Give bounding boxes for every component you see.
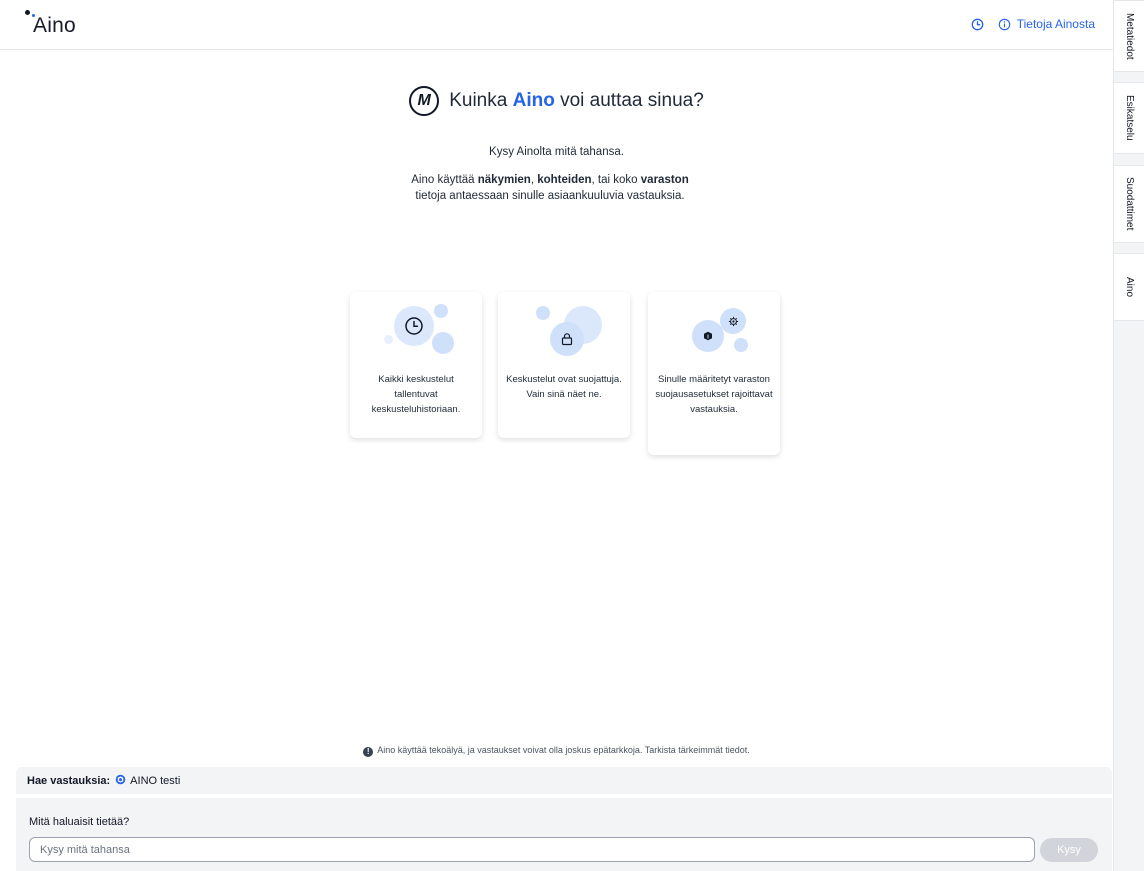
- info-icon: [998, 18, 1010, 30]
- card-illustration: [504, 292, 624, 372]
- ask-button[interactable]: Kysy: [1040, 838, 1098, 862]
- disclaimer-text: Aino käyttää tekoälyä, ja vastaukset voi…: [377, 745, 750, 755]
- about-aino-link[interactable]: Tietoja Ainosta: [998, 17, 1095, 31]
- welcome-heading: Kuinka Aino voi auttaa sinua?: [449, 90, 704, 112]
- ask-input[interactable]: [29, 837, 1035, 862]
- title-prefix: Kuinka: [449, 90, 508, 111]
- tab-aino[interactable]: Aino: [1114, 253, 1144, 321]
- card-illustration: [356, 292, 476, 372]
- card-text: Kaikki keskustelut tallentuvat keskustel…: [371, 374, 461, 415]
- settings-icon: [724, 312, 742, 330]
- welcome-title: M Kuinka Aino voi auttaa sinua?: [0, 86, 1113, 116]
- feature-card-security: Keskustelut ovat suojattuja. Vain sinä n…: [498, 292, 630, 438]
- clock-icon: [971, 18, 984, 30]
- desc-text: Aino käyttää: [411, 174, 475, 186]
- about-aino-label: Tietoja Ainosta: [1016, 17, 1095, 31]
- tab-metatiedot[interactable]: Metatiedot: [1114, 0, 1144, 72]
- app-logo[interactable]: Aino: [25, 10, 76, 38]
- card-illustration: [654, 292, 774, 372]
- logo-text: Aino: [33, 14, 76, 37]
- header-actions: Tietoja Ainosta: [971, 17, 1095, 31]
- m-logo-icon: M: [409, 86, 440, 116]
- ask-label: Mitä haluaisit tietää?: [29, 816, 130, 828]
- logo-dots-icon: [25, 10, 37, 20]
- desc-text: , tai koko: [591, 174, 638, 186]
- history-button[interactable]: [971, 18, 984, 31]
- tab-label: Metatiedot: [1124, 12, 1135, 60]
- title-brand: Aino: [512, 90, 555, 111]
- database-icon: [115, 774, 126, 788]
- shield-cube-icon: [699, 327, 717, 345]
- desc-bold: varaston: [640, 174, 689, 186]
- desc-bold: kohteiden: [537, 174, 592, 186]
- tab-suodattimet[interactable]: Suodattimet: [1114, 165, 1144, 243]
- feature-card-history: Kaikki keskustelut tallentuvat keskustel…: [350, 292, 482, 438]
- tab-label: Aino: [1124, 276, 1135, 297]
- tab-label: Suodattimet: [1124, 177, 1135, 231]
- clock-icon: [402, 314, 426, 338]
- ask-panel: Mitä haluaisit tietää? Kysy: [16, 798, 1112, 871]
- feature-card-permissions: Sinulle määritetyt varaston suojausasetu…: [648, 292, 780, 455]
- title-suffix: voi auttaa sinua?: [560, 90, 704, 111]
- card-text: Sinulle määritetyt varaston suojausasetu…: [655, 374, 773, 415]
- desc-text: tietoja antaessaan sinulle asiaankuuluvi…: [415, 190, 685, 202]
- info-filled-icon: !: [363, 747, 374, 757]
- app-header: Aino Tietoja Ainosta: [0, 0, 1113, 50]
- tab-esikatselu[interactable]: Esikatselu: [1114, 82, 1144, 154]
- desc-text: ,: [530, 174, 535, 186]
- lock-icon: [556, 328, 578, 350]
- welcome-subtitle: Kysy Ainolta mitä tahansa.: [489, 146, 624, 158]
- welcome-description: Aino käyttää näkymien, kohteiden, tai ko…: [405, 172, 695, 204]
- tab-label: Esikatselu: [1124, 95, 1135, 141]
- ai-disclaimer: ! Aino käyttää tekoälyä, ja vastaukset vo…: [0, 745, 1113, 757]
- side-tabs: Metatiedot Esikatselu Suodattimet Aino: [1113, 0, 1144, 871]
- source-selector[interactable]: Hae vastauksia: AINO testi: [16, 767, 1112, 794]
- desc-bold: näkymien: [477, 174, 531, 186]
- source-value: AINO testi: [130, 774, 181, 787]
- source-label: Hae vastauksia:: [27, 774, 111, 787]
- card-text: Keskustelut ovat suojattuja. Vain sinä n…: [506, 374, 622, 400]
